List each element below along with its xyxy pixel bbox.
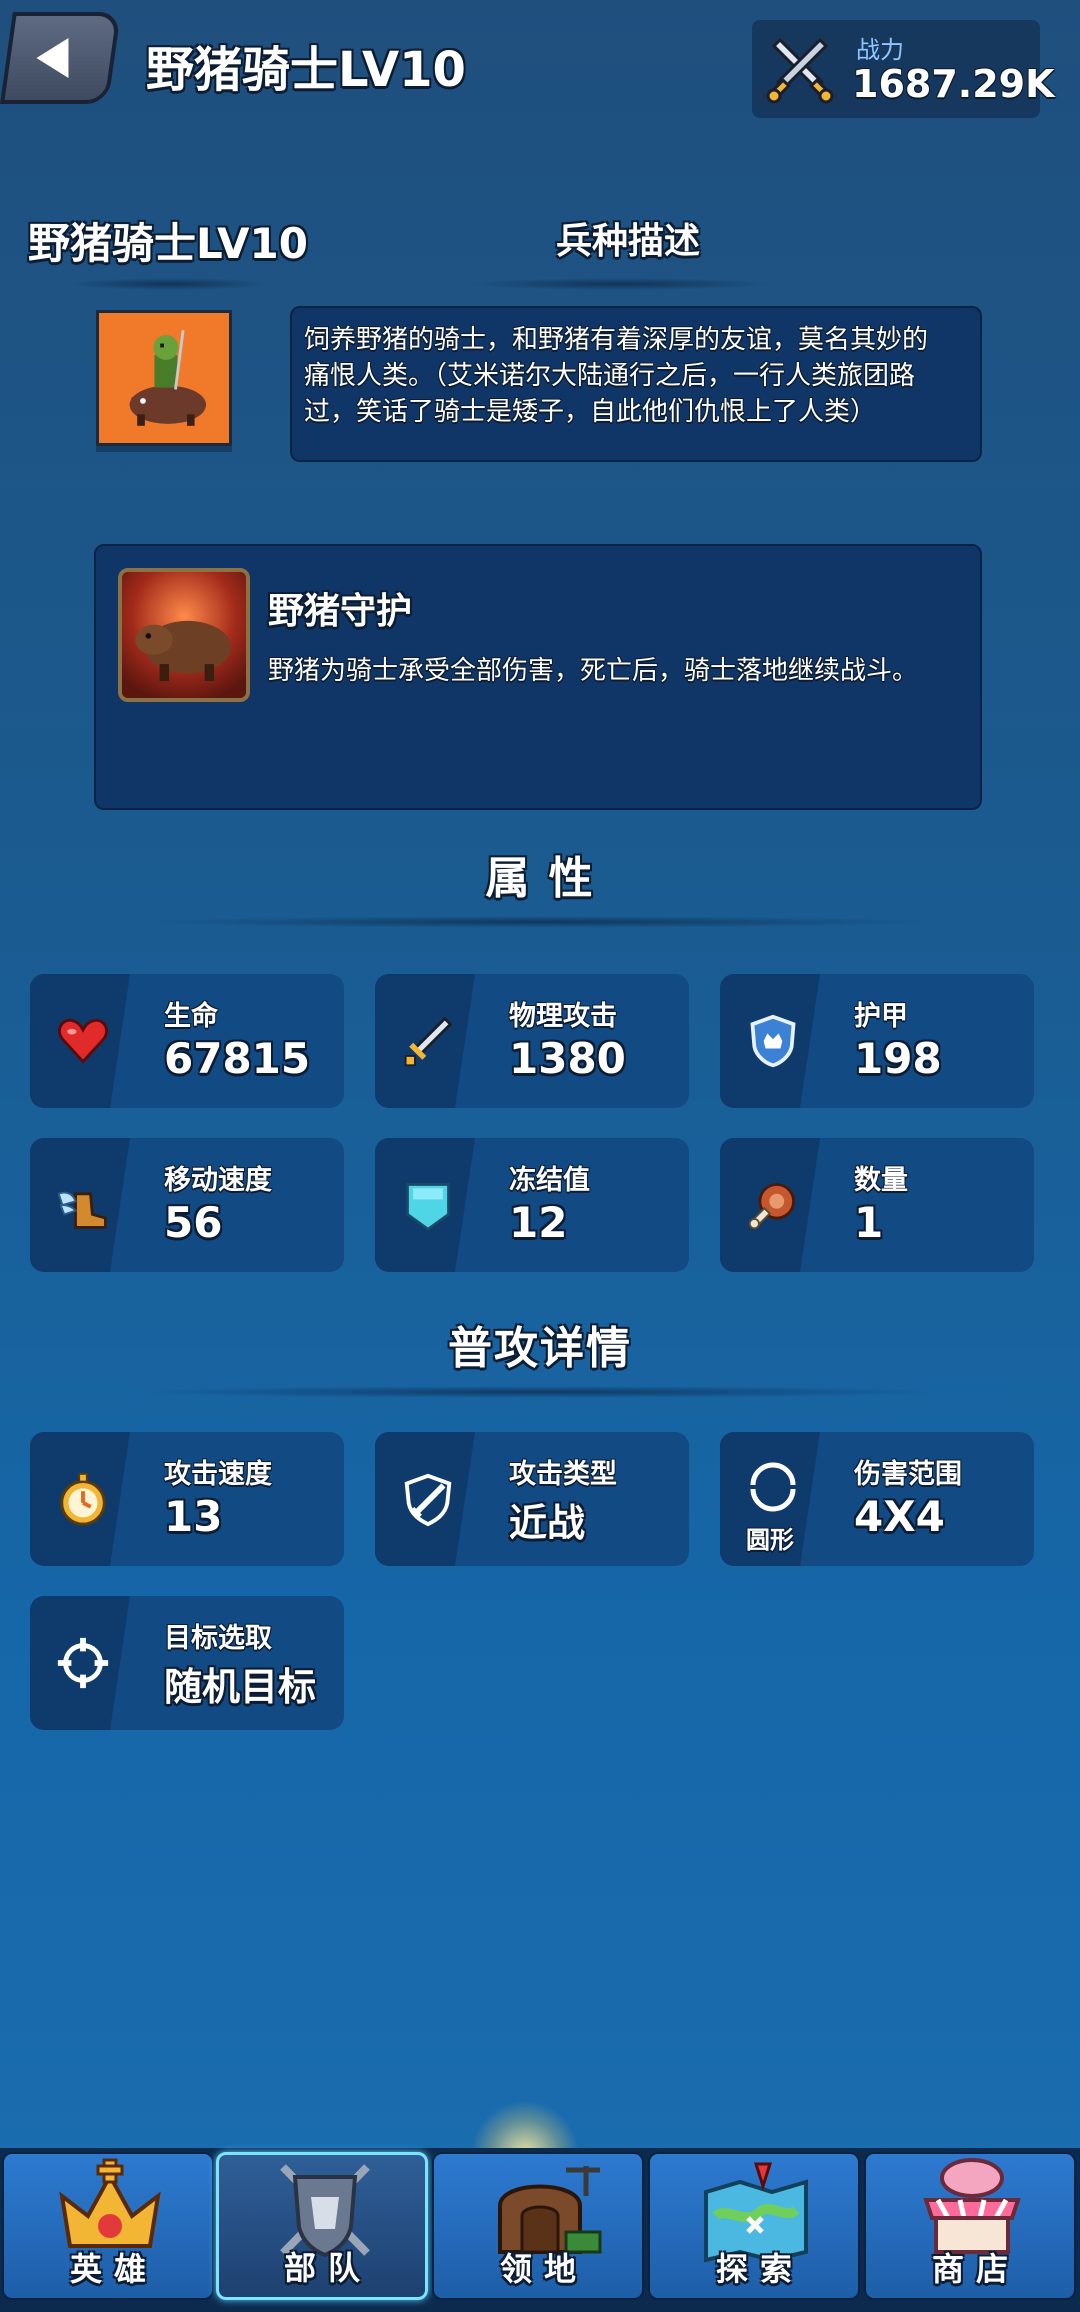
nav-label: 部队 (283, 2249, 372, 2287)
stat-card-damage-range: 圆形 伤害范围 4X4 (720, 1432, 1034, 1566)
stat-value: 4X4 (854, 1492, 945, 1541)
stat-label: 冻结值 (509, 1165, 590, 1196)
attributes-title: 属 性 (485, 853, 595, 904)
power-label: 战力 (856, 36, 904, 64)
stat-value: 67815 (164, 1034, 311, 1083)
stat-card-armor: 护甲 198 (720, 974, 1034, 1108)
stat-card-move-speed: 移动速度 56 (30, 1138, 344, 1272)
unit-name: 野猪骑士LV10 (28, 219, 308, 268)
skill-name: 野猪守护 (268, 591, 413, 632)
crossed-swords-icon (766, 37, 834, 104)
stat-label: 生命 (164, 1001, 218, 1032)
stat-label: 移动速度 (164, 1165, 272, 1196)
attack-details-title: 普攻详情 (448, 1323, 632, 1374)
winged-boot-icon (48, 1170, 118, 1240)
sword-icon (393, 1006, 463, 1076)
stat-value: 随机目标 (164, 1665, 317, 1709)
combat-power-panel: 战力 1687.29K (752, 20, 1055, 118)
nav-tab-army[interactable]: 部队 (216, 2152, 428, 2300)
ice-shield-icon (393, 1170, 463, 1240)
stat-card-count: 数量 1 (720, 1138, 1034, 1272)
stopwatch-icon (48, 1464, 118, 1534)
meat-icon (738, 1170, 808, 1240)
bottom-nav: 英雄 部队 领地 探索 商店 (0, 2148, 1080, 2312)
stat-value: 1 (854, 1198, 884, 1247)
unit-portrait[interactable] (96, 310, 232, 446)
circle-range-icon (738, 1450, 808, 1520)
description-box: 饲养野猪的骑士，和野猪有着深厚的友谊，莫名其妙的 痛恨人类。（艾米诺尔大陆通行之… (290, 306, 982, 462)
skill-panel: 野猪守护 野猪为骑士承受全部伤害，死亡后，骑士落地继续战斗。 (94, 544, 982, 810)
stat-card-attack-speed: 攻击速度 13 (30, 1432, 344, 1566)
stat-value: 13 (164, 1492, 223, 1541)
shield-icon (738, 1006, 808, 1076)
divider (470, 278, 770, 290)
nav-label: 探索 (715, 2250, 804, 2288)
stat-card-attack-type: 攻击类型 近战 (375, 1432, 689, 1566)
nav-tab-explore[interactable]: 探索 (648, 2152, 860, 2300)
back-arrow-icon (36, 38, 69, 78)
stat-label: 伤害范围 (854, 1459, 962, 1490)
stat-label: 数量 (854, 1165, 908, 1196)
nav-label: 商店 (931, 2250, 1020, 2288)
heart-icon (48, 1006, 118, 1076)
divider (140, 1386, 940, 1398)
range-shape-label: 圆形 (746, 1526, 794, 1554)
description-line: 痛恨人类。（艾米诺尔大陆通行之后，一行人类旅团路 (304, 361, 916, 391)
stat-card-targeting: 目标选取 随机目标 (30, 1596, 344, 1730)
stat-value: 56 (164, 1198, 223, 1247)
stat-value: 198 (854, 1034, 942, 1083)
back-button[interactable] (0, 12, 121, 104)
skill-description: 野猪为骑士承受全部伤害，死亡后，骑士落地继续战斗。 (268, 656, 919, 686)
boar-knight-icon (129, 330, 207, 426)
description-title: 兵种描述 (556, 221, 701, 262)
power-value: 1687.29K (852, 62, 1055, 106)
nav-label: 领地 (499, 2250, 588, 2288)
stat-card-attack: 物理攻击 1380 (375, 974, 689, 1108)
stat-label: 攻击速度 (164, 1459, 272, 1490)
nav-label: 英雄 (69, 2250, 158, 2288)
melee-icon (393, 1464, 463, 1534)
stat-value: 1380 (509, 1034, 626, 1083)
nav-tab-shop[interactable]: 商店 (864, 2152, 1076, 2300)
skill-icon[interactable] (118, 568, 250, 702)
stat-value: 12 (509, 1198, 568, 1247)
description-line: 饲养野猪的骑士，和野猪有着深厚的友谊，莫名其妙的 (304, 325, 929, 355)
description-line: 过，笑话了骑士是矮子，自此他们仇恨上了人类） (304, 397, 877, 427)
stat-card-hp: 生命 67815 (30, 974, 344, 1108)
stat-label: 护甲 (854, 1001, 908, 1032)
divider (70, 278, 270, 290)
target-icon (48, 1628, 118, 1698)
stat-label: 目标选取 (164, 1623, 272, 1654)
stat-card-freeze: 冻结值 12 (375, 1138, 689, 1272)
stat-label: 物理攻击 (509, 1001, 617, 1032)
boar-skill-icon (122, 572, 246, 698)
nav-tab-heroes[interactable]: 英雄 (2, 2152, 214, 2300)
stat-value: 近战 (509, 1501, 586, 1545)
divider (140, 916, 940, 928)
stat-label: 攻击类型 (509, 1459, 617, 1490)
page-title: 野猪骑士LV10 (146, 42, 466, 98)
nav-tab-territory[interactable]: 领地 (432, 2152, 644, 2300)
